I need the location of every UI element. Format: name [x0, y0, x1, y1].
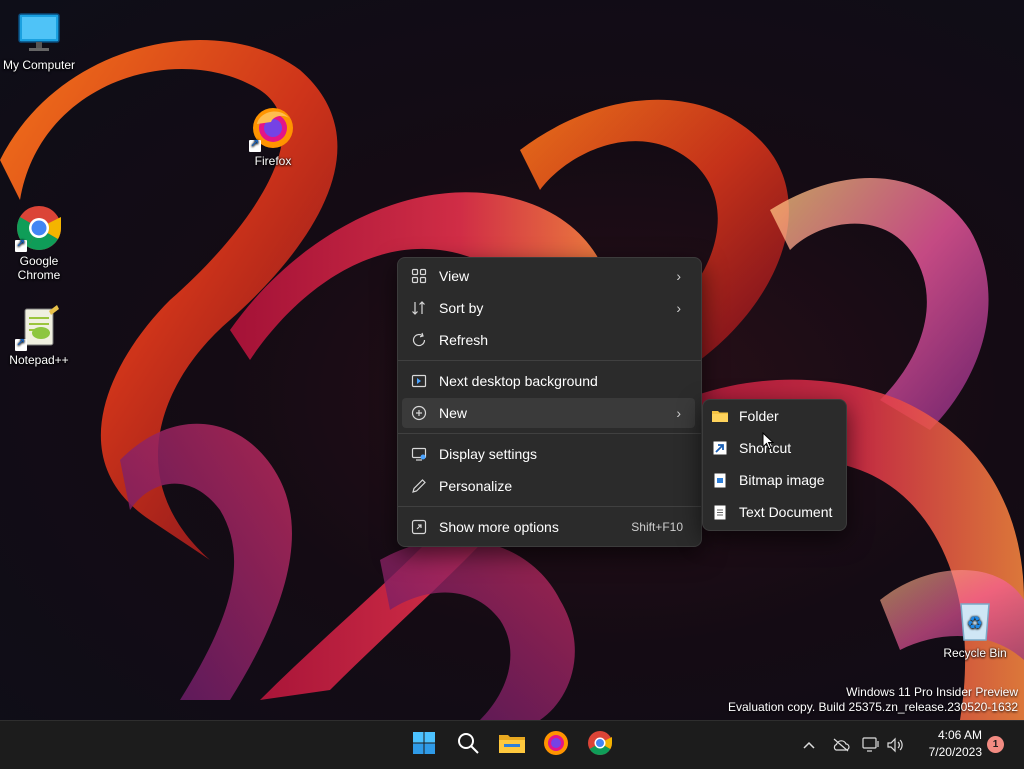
menu-item-sort-by[interactable]: Sort by › — [402, 293, 695, 323]
search-icon — [456, 731, 480, 760]
submenu-item-label: Bitmap image — [739, 472, 825, 488]
menu-separator — [398, 360, 701, 361]
menu-item-label: Refresh — [439, 332, 489, 348]
show-hidden-icons-chevron-up-icon[interactable] — [799, 735, 819, 755]
onedrive-offline-icon[interactable] — [831, 735, 851, 755]
new-plus-icon — [402, 405, 436, 421]
more-options-icon — [402, 519, 436, 535]
firefox-taskbar-button[interactable] — [540, 729, 572, 761]
keyboard-shortcut: Shift+F10 — [631, 520, 683, 534]
firefox-icon — [249, 104, 297, 152]
menu-item-label: New — [439, 405, 468, 421]
chevron-right-icon: › — [676, 405, 681, 421]
menu-item-label: Personalize — [439, 478, 513, 494]
chrome-taskbar-button[interactable] — [584, 729, 616, 761]
desktop-icon-my-computer[interactable]: My Computer — [0, 8, 81, 72]
search-button[interactable] — [452, 729, 484, 761]
shortcut-icon — [707, 441, 733, 455]
text-document-icon — [707, 505, 733, 520]
mouse-cursor-icon — [762, 431, 775, 455]
desktop-icon-recycle-bin[interactable]: ♻ Recycle Bin — [933, 596, 1017, 660]
submenu-item-shortcut[interactable]: Shortcut — [707, 433, 842, 463]
chrome-icon — [587, 730, 613, 761]
start-button[interactable] — [408, 729, 440, 761]
menu-item-label: Display settings — [439, 446, 538, 462]
volume-icon[interactable] — [885, 735, 905, 755]
desktop-context-menu: View › Sort by › Refresh Next desktop ba… — [397, 257, 702, 547]
grid-icon — [402, 268, 436, 284]
sort-icon — [402, 300, 436, 316]
desktop-icon-label: My Computer — [2, 58, 76, 72]
clock-date: 7/20/2023 — [928, 745, 982, 759]
notification-badge[interactable]: 1 — [987, 736, 1004, 753]
taskbar: 4:06 AM 7/20/2023 1 — [0, 720, 1024, 769]
submenu-item-bitmap-image[interactable]: Bitmap image — [707, 465, 842, 495]
menu-item-label: Next desktop background — [439, 373, 598, 389]
chrome-icon — [15, 204, 63, 252]
menu-item-label: Show more options — [439, 519, 559, 535]
network-icon[interactable] — [861, 735, 881, 755]
menu-item-view[interactable]: View › — [402, 261, 695, 291]
submenu-item-folder[interactable]: Folder — [707, 401, 842, 431]
submenu-item-text-document[interactable]: Text Document — [707, 497, 842, 527]
shortcut-arrow-icon — [249, 137, 261, 152]
next-background-icon — [402, 373, 436, 389]
folder-icon — [707, 409, 733, 423]
submenu-item-label: Folder — [739, 408, 779, 424]
display-icon — [402, 446, 436, 462]
desktop-icon-label: Recycle Bin — [943, 646, 1007, 660]
chevron-right-icon: › — [676, 268, 681, 284]
file-explorer-button[interactable] — [496, 729, 528, 761]
refresh-icon — [402, 332, 436, 348]
menu-separator — [398, 506, 701, 507]
bitmap-icon — [707, 473, 733, 488]
firefox-icon — [543, 730, 569, 761]
submenu-item-label: Text Document — [739, 504, 833, 520]
new-submenu: Folder Shortcut Bitmap image Text Docume… — [702, 399, 847, 531]
clock-time: 4:06 AM — [937, 728, 982, 742]
menu-item-new[interactable]: New › — [402, 398, 695, 428]
notepad-plus-plus-icon — [15, 303, 63, 351]
menu-item-label: View — [439, 268, 470, 284]
pen-icon — [402, 478, 436, 494]
evaluation-watermark: Windows 11 Pro Insider Preview Evaluatio… — [728, 685, 1018, 715]
menu-item-label: Sort by — [439, 300, 484, 316]
watermark-line-1: Windows 11 Pro Insider Preview — [846, 685, 1018, 699]
desktop-icon-label: Firefox — [254, 154, 292, 168]
menu-item-display-settings[interactable]: Display settings — [402, 439, 695, 469]
menu-item-show-more-options[interactable]: Show more options Shift+F10 — [402, 512, 695, 542]
recycle-bin-icon: ♻ — [951, 596, 999, 644]
start-icon — [412, 731, 436, 760]
menu-separator — [398, 433, 701, 434]
chevron-right-icon: › — [676, 300, 681, 316]
desktop-icon-chrome[interactable]: Google Chrome — [0, 204, 81, 282]
watermark-line-2: Evaluation copy. Build 25375.zn_release.… — [728, 700, 1018, 714]
desktop-icon-notepad-plus-plus[interactable]: Notepad++ — [0, 303, 81, 367]
shortcut-arrow-icon — [15, 336, 27, 351]
desktop-icon-firefox[interactable]: Firefox — [231, 104, 315, 168]
monitor-icon — [15, 8, 63, 56]
menu-item-refresh[interactable]: Refresh — [402, 325, 695, 355]
desktop-icon-label: Notepad++ — [9, 353, 69, 367]
system-clock[interactable]: 4:06 AM 7/20/2023 — [912, 727, 982, 761]
file-explorer-icon — [499, 732, 525, 759]
desktop-icon-label: Google Chrome — [17, 254, 61, 282]
shortcut-arrow-icon — [15, 237, 27, 252]
menu-item-next-desktop-background[interactable]: Next desktop background — [402, 366, 695, 396]
svg-text:♻: ♻ — [967, 613, 983, 634]
menu-item-personalize[interactable]: Personalize — [402, 471, 695, 501]
